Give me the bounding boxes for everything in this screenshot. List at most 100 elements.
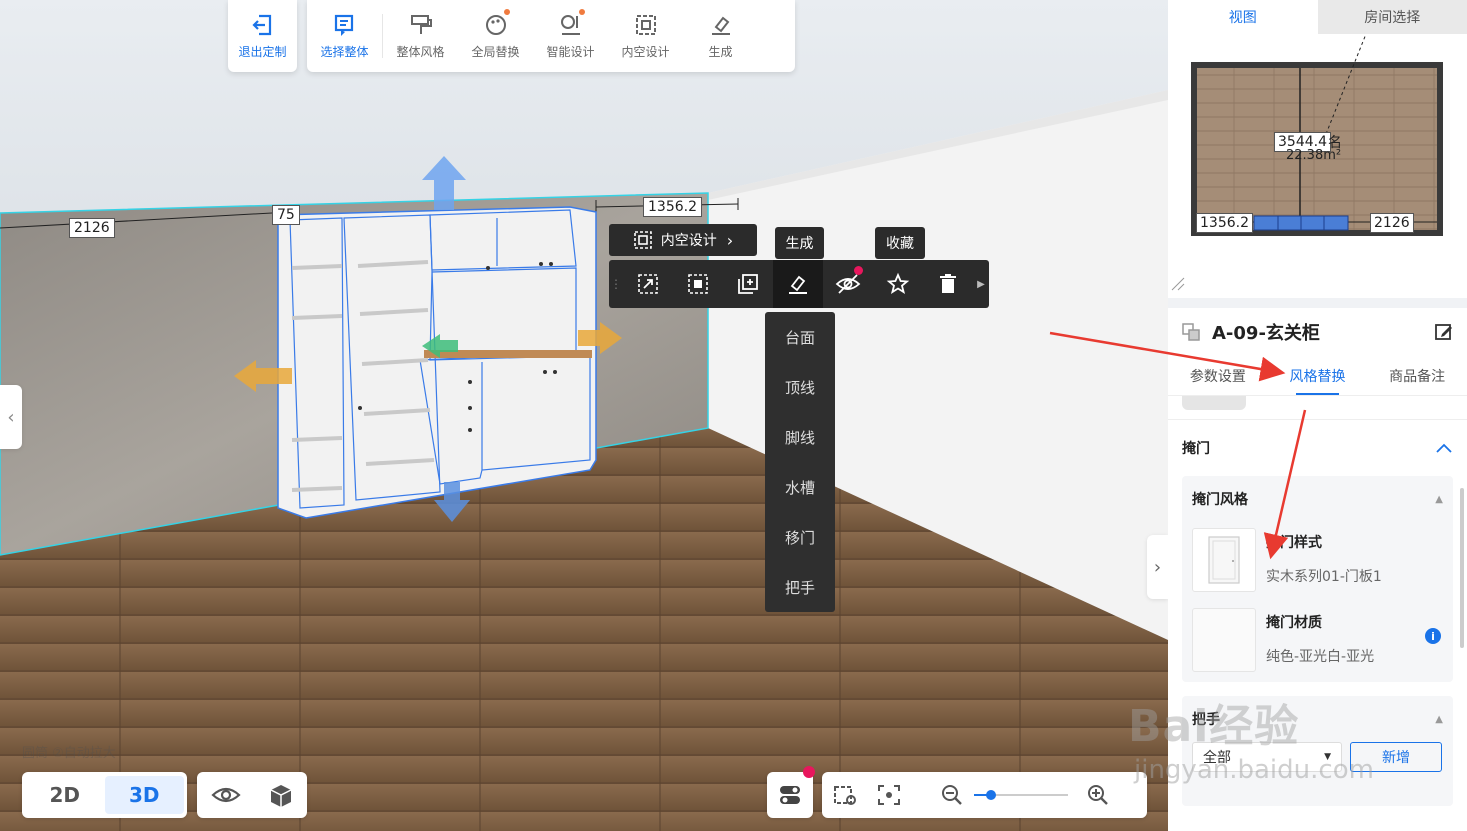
map-left-dimension: 1356.2 [1196,213,1253,233]
menu-item-sink[interactable]: 水槽 [765,462,835,512]
door-material-row[interactable]: 掩门材质 纯色-亚光白-亚光 i [1182,602,1453,682]
zoom-in-icon[interactable] [1086,783,1110,807]
edit-icon[interactable] [1435,323,1453,341]
menu-item-crown-molding[interactable]: 顶线 [765,362,835,412]
door-style-card: 掩门风格 ▲ 掩门样式 实木系列01-门板1 掩门材质 纯色-亚光白-亚光 i [1182,476,1453,682]
drag-handle-icon[interactable]: ⋮ [609,260,623,308]
chevron-right-icon: › [1153,556,1162,578]
door-panel-icon [1208,536,1240,584]
menu-item-skirting[interactable]: 脚线 [765,412,835,462]
smart-design-button[interactable]: 智能设计 [533,0,608,72]
caret-up-icon: ▲ [1435,493,1443,505]
zoom-slider[interactable] [974,788,1068,802]
generate-tool-button[interactable] [773,260,823,308]
focus-icon[interactable] [876,783,902,807]
inner-design-chip[interactable]: 内空设计 › [609,224,757,256]
dimension-left: 2126 [69,218,115,238]
tooltip-favorite: 收藏 [875,227,925,259]
menu-item-handle[interactable]: 把手 [765,562,835,612]
select-all-icon [334,14,353,36]
zoom-out-icon[interactable] [940,783,964,807]
panel-scrollbar[interactable] [1460,488,1464,648]
door-material-thumbnail[interactable] [1192,608,1256,672]
detail-header: A-09-玄关柜 [1168,308,1467,356]
door-style-thumbnail[interactable] [1192,528,1256,592]
scale-button[interactable] [623,260,673,308]
generate-button[interactable]: 生成 [683,0,758,72]
exit-toolbar: 退出定制 [228,0,297,72]
menu-item-countertop[interactable]: 台面 [765,312,835,362]
chevron-right-icon: › [726,230,734,250]
map-area-value: 22.38m² [1286,148,1342,163]
inner-design-chip-label: 内空设计 [660,233,717,249]
camera-settings-icon[interactable] [832,783,858,807]
tab-params[interactable]: 参数设置 [1168,356,1268,395]
exit-customize-label: 退出定制 [238,45,287,59]
exit-icon [251,14,271,36]
map-right-dimension: 2126 [1370,213,1414,233]
detail-tabs: 参数设置 风格替换 商品备注 [1168,356,1467,396]
view-tools [197,772,307,818]
tab-room-select[interactable]: 房间选择 [1317,0,1467,34]
palette-icon [485,15,506,35]
map-tabs: 视图 房间选择 [1168,0,1467,34]
delete-button[interactable] [923,260,973,308]
scene-graphics [0,90,1168,831]
trash-icon [940,274,956,293]
context-toolbar: ⋮ ▶ [609,260,989,308]
overall-style-label: 整体风格 [396,45,445,59]
scene-watermark: 圆筒 ②自动拉大 [22,746,116,761]
global-replace-button[interactable]: 全局替换 [458,0,533,72]
section-door-header[interactable]: 掩门 [1168,420,1467,476]
inner-design-label: 内空设计 [621,45,670,59]
smart-design-icon [560,15,580,35]
inner-design-button[interactable]: 内空设计 [608,0,683,72]
3d-viewport[interactable]: 2126 75 1356.2 退出定制 选择整体 整体风格 全局替换 智能设计 … [0,0,1168,831]
thumbnail-partial [1182,396,1246,410]
controls-toggle-button[interactable] [767,766,815,818]
favorite-button[interactable] [873,260,923,308]
overall-style-button[interactable]: 整体风格 [383,0,458,72]
tab-view[interactable]: 视图 [1168,0,1318,34]
eye-icon[interactable] [210,784,241,806]
dimension-top: 75 [272,205,300,225]
tooltip-generate: 生成 [775,227,824,259]
expand-right-icon[interactable]: ▶ [973,260,989,308]
notification-dot [803,766,815,778]
scale-icon [638,274,658,294]
duplicate-icon [738,274,758,294]
mode-3d-button[interactable]: 3D [104,776,184,814]
tab-style-replace[interactable]: 风格替换 [1268,356,1368,395]
cube-icon[interactable] [268,782,294,808]
right-panel-toggle[interactable]: › [1147,535,1168,599]
menu-item-sliding-door[interactable]: 移门 [765,512,835,562]
inner-frame-icon [635,15,656,35]
select-frame-icon [688,274,708,294]
baidu-watermark: Bai经验 [1128,701,1300,752]
chevron-left-icon: ‹ [7,406,15,428]
door-style-header[interactable]: 掩门风格 ▲ [1182,476,1453,522]
exit-customize-button[interactable]: 退出定制 [228,0,297,72]
select-frame-button[interactable] [673,260,723,308]
chevron-up-icon [1436,443,1452,453]
door-style-row[interactable]: 掩门样式 实木系列01-门板1 [1182,522,1453,602]
camera-controls [822,772,1147,818]
door-material-title: 掩门材质 [1266,615,1322,631]
info-icon[interactable]: i [1425,628,1441,644]
hammer-icon [789,275,807,294]
toggle-switch-icon [780,786,800,804]
duplicate-button[interactable] [723,260,773,308]
floorplan-minimap[interactable] [1168,34,1467,298]
select-all-button[interactable]: 选择整体 [307,0,382,72]
component-icon [1182,323,1200,341]
left-panel-toggle[interactable]: ‹ [0,385,22,449]
baidu-watermark-url: jingyan.baidu.com [1134,755,1374,785]
door-style-value: 实木系列01-门板1 [1266,569,1382,585]
view-mode-switch: 2D 3D [22,772,187,818]
global-replace-label: 全局替换 [471,45,520,59]
hide-button[interactable] [823,260,873,308]
eye-off-icon [835,274,861,294]
tab-product-notes[interactable]: 商品备注 [1367,356,1467,395]
mode-2d-button[interactable]: 2D [25,776,105,814]
zoom-slider-handle[interactable] [986,790,996,800]
